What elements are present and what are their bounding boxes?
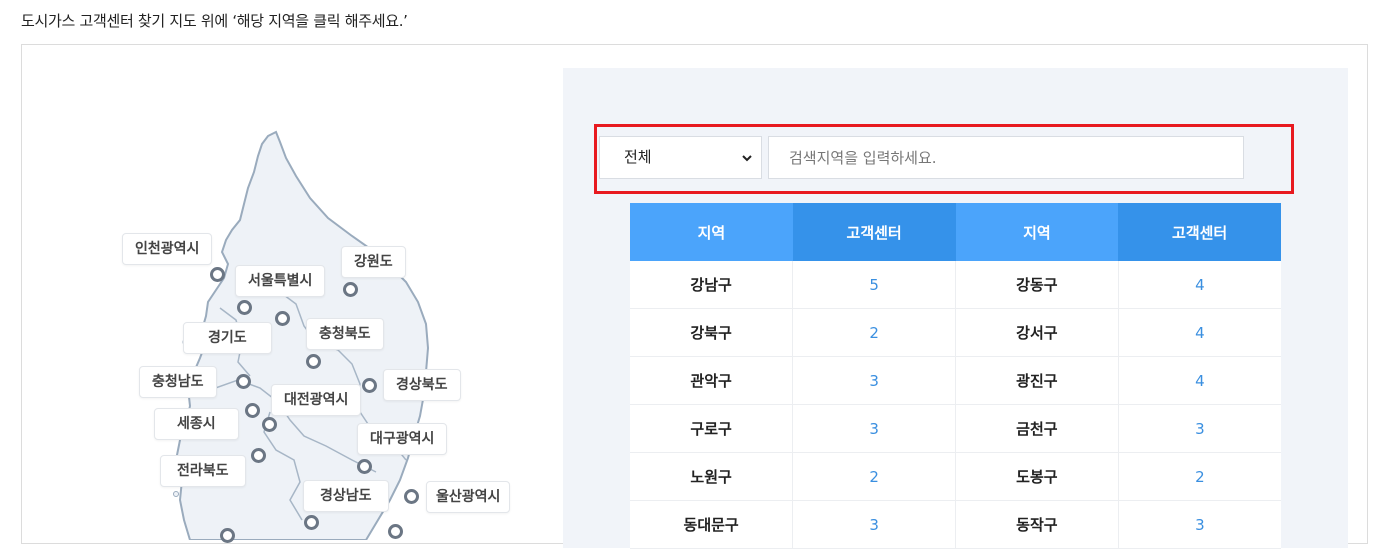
region-name[interactable]: 동대문구 xyxy=(630,500,794,549)
region-name[interactable]: 구로구 xyxy=(630,404,794,453)
table-row: 동대문구 3 동작구 3 xyxy=(630,500,1281,549)
center-table: 지역 고객센터 지역 고객센터 강남구 5 강동구 4 강북구 2 강서구 4 … xyxy=(630,203,1281,549)
region-pin-seoul[interactable] xyxy=(237,300,252,315)
korea-map[interactable] xyxy=(90,80,530,540)
search-input[interactable] xyxy=(768,136,1244,179)
region-name[interactable]: 노원구 xyxy=(630,452,794,501)
region-label-sejong[interactable]: 세종시 xyxy=(154,408,239,440)
region-label-gyeongnam[interactable]: 경상남도 xyxy=(303,480,389,512)
region-label-ulsan[interactable]: 울산광역시 xyxy=(426,481,511,513)
table-row: 강남구 5 강동구 4 xyxy=(630,261,1281,309)
region-pin-sejong[interactable] xyxy=(262,417,277,432)
region-pin-incheon[interactable] xyxy=(210,267,225,282)
table-header-row: 지역 고객센터 지역 고객센터 xyxy=(630,203,1281,261)
table-row: 강북구 2 강서구 4 xyxy=(630,308,1281,357)
region-label-daegu[interactable]: 대구광역시 xyxy=(357,423,448,455)
search-panel: 전체 지역 고객센터 지역 고객센터 강남구 5 강동구 4 강북구 2 xyxy=(563,68,1348,549)
region-name[interactable]: 관악구 xyxy=(630,356,794,405)
center-count[interactable]: 3 xyxy=(1118,500,1281,549)
korea-map-shape xyxy=(171,130,430,540)
center-count[interactable]: 3 xyxy=(1118,404,1281,453)
region-label-jeonbuk[interactable]: 전라북도 xyxy=(160,455,246,487)
region-select-value: 전체 xyxy=(624,148,652,166)
region-label-incheon[interactable]: 인천광역시 xyxy=(122,233,213,265)
region-name[interactable]: 강남구 xyxy=(630,261,794,309)
center-count[interactable]: 4 xyxy=(1118,356,1281,405)
center-count[interactable]: 4 xyxy=(1118,261,1281,309)
center-count[interactable]: 2 xyxy=(792,308,956,357)
region-pin-daegu[interactable] xyxy=(357,459,372,474)
center-count[interactable]: 5 xyxy=(792,261,956,309)
region-label-gyeonggi[interactable]: 경기도 xyxy=(183,322,272,354)
chevron-down-icon xyxy=(742,155,752,162)
center-count[interactable]: 2 xyxy=(1118,452,1281,501)
region-pin-gangwon[interactable] xyxy=(343,282,358,297)
region-label-daejeon[interactable]: 대전광역시 xyxy=(271,384,362,416)
center-count[interactable]: 4 xyxy=(1118,308,1281,357)
table-row: 노원구 2 도봉구 2 xyxy=(630,452,1281,501)
region-name[interactable]: 강동구 xyxy=(955,261,1119,309)
region-name[interactable]: 강서구 xyxy=(955,308,1119,357)
header-region-2: 지역 xyxy=(955,203,1119,261)
center-count[interactable]: 2 xyxy=(792,452,956,501)
region-name[interactable]: 광진구 xyxy=(955,356,1119,405)
region-pin-daejeon[interactable] xyxy=(245,403,260,418)
header-center-1: 고객센터 xyxy=(792,203,956,261)
region-label-chungbuk[interactable]: 충청북도 xyxy=(306,318,384,350)
region-name[interactable]: 금천구 xyxy=(955,404,1119,453)
region-name[interactable]: 강북구 xyxy=(630,308,794,357)
region-pin-busan[interactable] xyxy=(388,524,403,539)
region-label-seoul[interactable]: 서울특별시 xyxy=(235,265,326,297)
center-count[interactable]: 3 xyxy=(792,500,956,549)
region-pin-gyeongnam[interactable] xyxy=(304,515,319,530)
header-center-2: 고객센터 xyxy=(1118,203,1281,261)
center-count[interactable]: 3 xyxy=(792,404,956,453)
region-label-gangwon[interactable]: 강원도 xyxy=(341,246,406,278)
region-label-chungnam[interactable]: 충청남도 xyxy=(139,366,217,398)
region-pin-jeonbuk[interactable] xyxy=(251,448,266,463)
table-row: 관악구 3 광진구 4 xyxy=(630,356,1281,405)
region-pin-chungnam[interactable] xyxy=(236,374,251,389)
region-pin-gyeonggi[interactable] xyxy=(275,311,290,326)
region-select[interactable]: 전체 xyxy=(599,136,762,179)
region-pin-chungbuk[interactable] xyxy=(306,354,321,369)
region-name[interactable]: 도봉구 xyxy=(955,452,1119,501)
region-label-gyeongbuk[interactable]: 경상북도 xyxy=(383,369,461,401)
intro-text: 도시가스 고객센터 찾기 지도 위에 ‘해당 지역을 클릭 해주세요.’ xyxy=(21,12,408,30)
region-name[interactable]: 동작구 xyxy=(955,500,1119,549)
region-pin-jeonnam[interactable] xyxy=(220,528,235,543)
table-row: 구로구 3 금천구 3 xyxy=(630,404,1281,453)
region-pin-gyeongbuk[interactable] xyxy=(362,378,377,393)
header-region-1: 지역 xyxy=(630,203,793,261)
center-count[interactable]: 3 xyxy=(792,356,956,405)
region-pin-ulsan[interactable] xyxy=(404,489,419,504)
